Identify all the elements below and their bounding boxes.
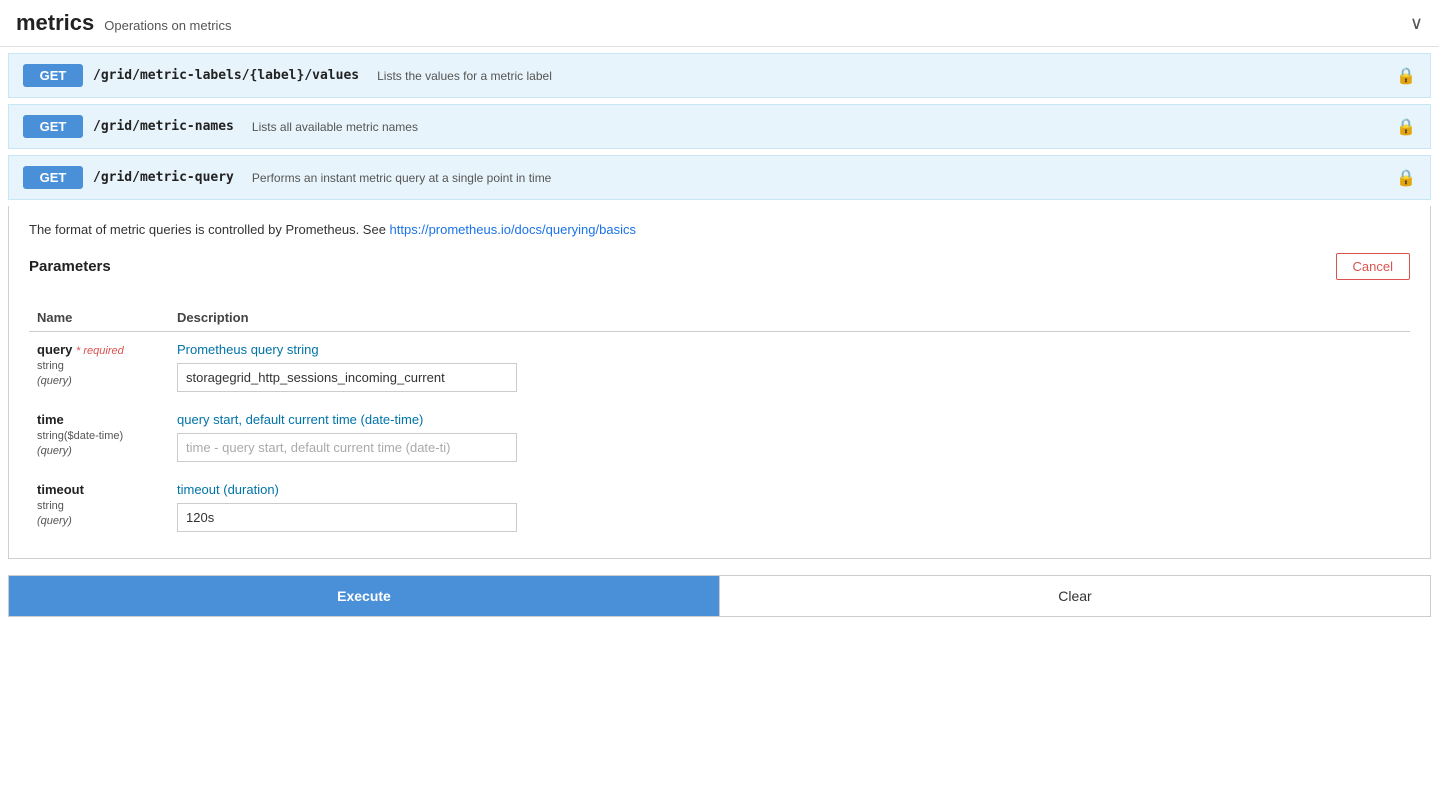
param-location-time: (query) — [37, 445, 72, 457]
api-row-left: GET /grid/metric-labels/{label}/values L… — [23, 64, 552, 87]
clear-button[interactable]: Clear — [719, 576, 1430, 616]
prometheus-note-text: The format of metric queries is controll… — [29, 222, 390, 237]
footer-buttons: Execute Clear — [8, 575, 1431, 617]
param-type-time: string($date-time) — [37, 430, 123, 442]
param-row-query: query * required string (query) Promethe… — [29, 332, 1410, 403]
lock-icon-1: 🔒 — [1396, 66, 1416, 86]
param-name-timeout: timeout — [37, 482, 84, 497]
param-type-query: string — [37, 360, 64, 372]
param-desc-timeout: timeout (duration) — [177, 482, 1402, 497]
query-input[interactable] — [177, 363, 517, 392]
header-left: metrics Operations on metrics — [16, 10, 231, 36]
params-table-header: Name Description — [29, 304, 1410, 332]
chevron-down-icon[interactable]: ∨ — [1410, 13, 1423, 34]
api-path-3: /grid/metric-query — [93, 170, 234, 185]
col-description: Description — [169, 304, 1410, 332]
parameters-header: Parameters Cancel — [29, 253, 1410, 288]
lock-icon-2: 🔒 — [1396, 117, 1416, 137]
prometheus-link[interactable]: https://prometheus.io/docs/querying/basi… — [390, 222, 636, 237]
api-row-metric-names[interactable]: GET /grid/metric-names Lists all availab… — [8, 104, 1431, 149]
param-name-cell-timeout: timeout string (query) — [29, 472, 169, 542]
page-header: metrics Operations on metrics ∨ — [0, 0, 1439, 47]
param-location-timeout: (query) — [37, 515, 72, 527]
api-path-1: /grid/metric-labels/{label}/values — [93, 68, 359, 83]
param-desc-query: Prometheus query string — [177, 342, 1402, 357]
param-name-query: query — [37, 342, 76, 357]
api-row-metric-labels[interactable]: GET /grid/metric-labels/{label}/values L… — [8, 53, 1431, 98]
get-badge-2: GET — [23, 115, 83, 138]
param-desc-cell-time: query start, default current time (date-… — [169, 402, 1410, 472]
params-table: Name Description query * required string… — [29, 304, 1410, 542]
page-title: metrics — [16, 10, 94, 36]
api-desc-3: Performs an instant metric query at a si… — [252, 171, 551, 185]
param-required-query: * required — [76, 345, 124, 357]
expanded-section: The format of metric queries is controll… — [8, 206, 1431, 559]
param-row-time: time string($date-time) (query) query st… — [29, 402, 1410, 472]
api-row-left-3: GET /grid/metric-query Performs an insta… — [23, 166, 551, 189]
api-desc-2: Lists all available metric names — [252, 120, 418, 134]
api-row-left-2: GET /grid/metric-names Lists all availab… — [23, 115, 418, 138]
api-path-2: /grid/metric-names — [93, 119, 234, 134]
api-row-metric-query[interactable]: GET /grid/metric-query Performs an insta… — [8, 155, 1431, 200]
get-badge-3: GET — [23, 166, 83, 189]
param-desc-cell-timeout: timeout (duration) — [169, 472, 1410, 542]
col-name: Name — [29, 304, 169, 332]
param-name-time: time — [37, 412, 64, 427]
lock-icon-3: 🔒 — [1396, 168, 1416, 188]
param-row-timeout: timeout string (query) timeout (duration… — [29, 472, 1410, 542]
prometheus-note: The format of metric queries is controll… — [29, 222, 1410, 237]
param-type-timeout: string — [37, 500, 64, 512]
timeout-input[interactable] — [177, 503, 517, 532]
param-name-cell-query: query * required string (query) — [29, 332, 169, 403]
api-desc-1: Lists the values for a metric label — [377, 69, 552, 83]
param-desc-cell-query: Prometheus query string — [169, 332, 1410, 403]
page-subtitle: Operations on metrics — [104, 18, 231, 33]
cancel-button[interactable]: Cancel — [1336, 253, 1410, 280]
get-badge-1: GET — [23, 64, 83, 87]
param-desc-time: query start, default current time (date-… — [177, 412, 1402, 427]
param-name-cell-time: time string($date-time) (query) — [29, 402, 169, 472]
execute-button[interactable]: Execute — [9, 576, 719, 616]
parameters-label: Parameters — [29, 258, 111, 275]
param-location-query: (query) — [37, 375, 72, 387]
time-input[interactable] — [177, 433, 517, 462]
